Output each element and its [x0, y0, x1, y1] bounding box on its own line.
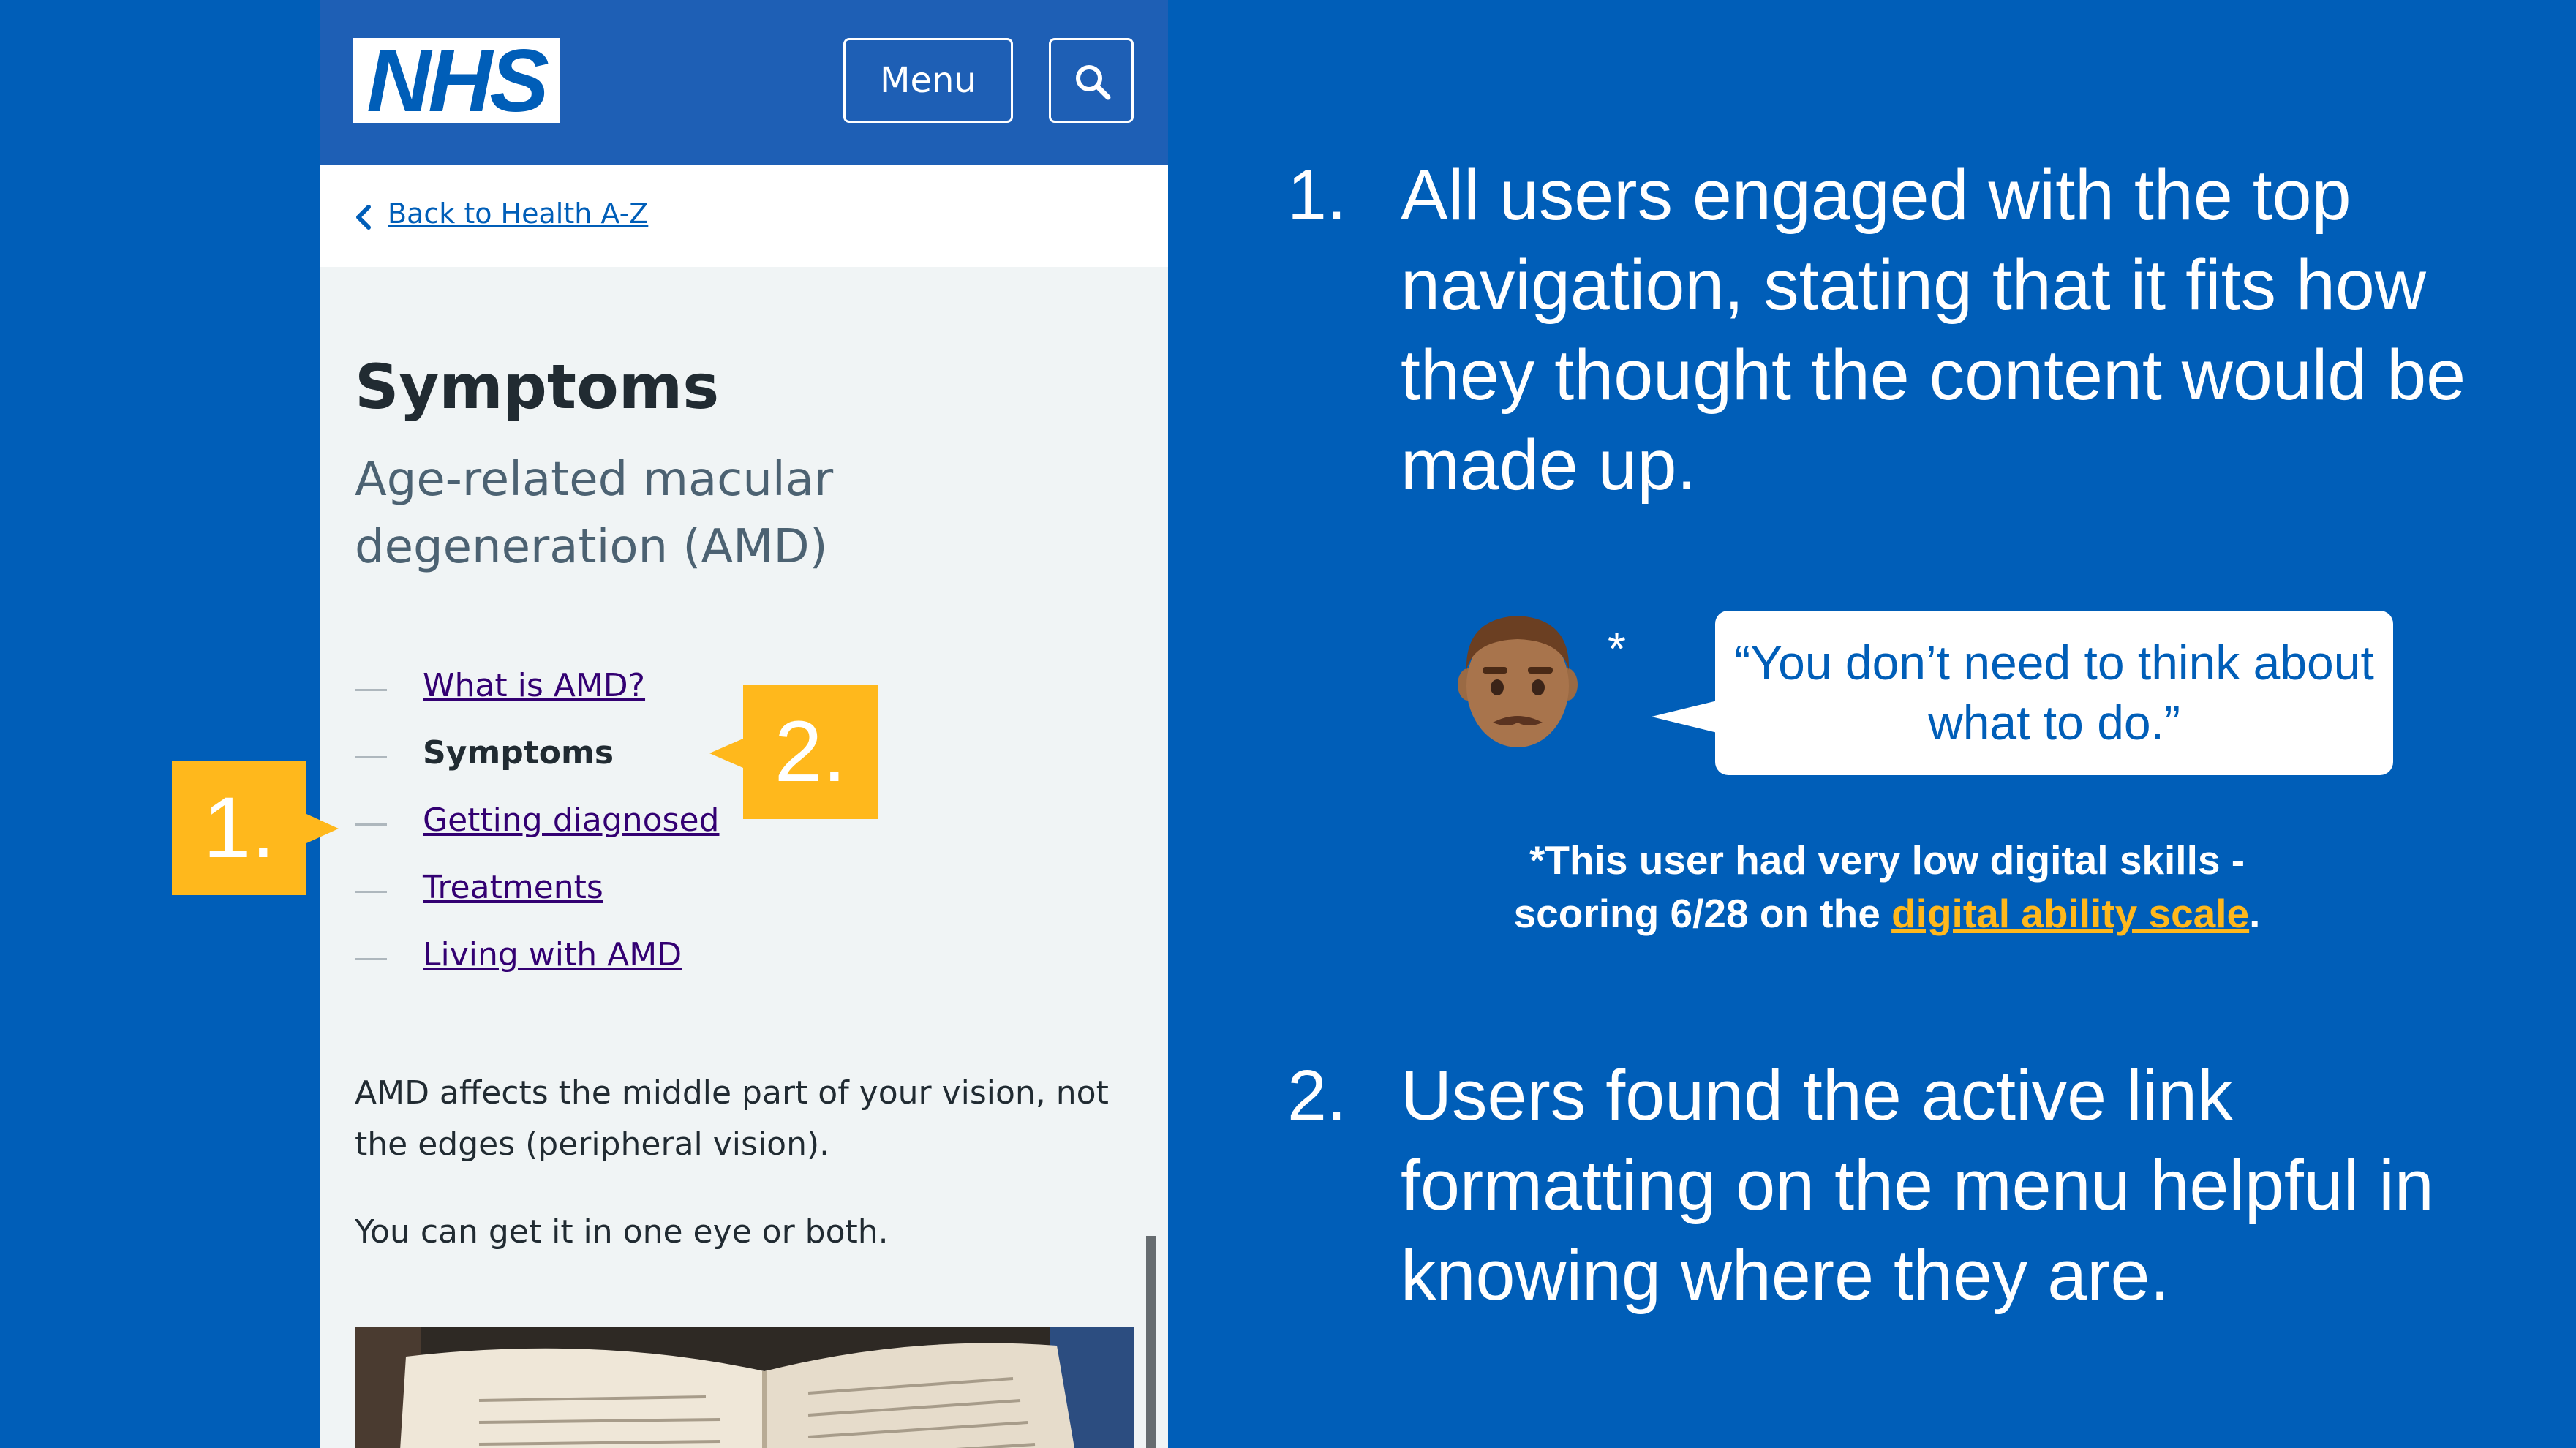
footnote-prefix: scoring 6/28 on the	[1513, 891, 1892, 936]
finding-text: All users engaged with the top navigatio…	[1401, 155, 2466, 505]
menu-button[interactable]: Menu	[843, 38, 1013, 123]
back-to-health-az-link[interactable]: Back to Health A-Z	[388, 197, 648, 230]
body-paragraph: You can get it in one eye or both.	[355, 1213, 889, 1251]
list-dash	[355, 958, 387, 960]
footnote-line-2: scoring 6/28 on the digital ability scal…	[1426, 887, 2348, 940]
contents-link-what-is-amd[interactable]: What is AMD?	[423, 667, 645, 704]
finding-number: 2.	[1287, 1055, 1347, 1135]
finding-number: 1.	[1287, 155, 1347, 235]
search-icon	[1076, 65, 1111, 100]
quote-asterisk: *	[1608, 622, 1626, 675]
open-book-image	[355, 1327, 1134, 1448]
nhs-logo[interactable]: NHS	[353, 36, 560, 125]
footnote-suffix: .	[2249, 891, 2261, 936]
contents-link-getting-diagnosed[interactable]: Getting diagnosed	[423, 802, 719, 839]
page-subtitle: Age-related macular degeneration (AMD)	[355, 453, 834, 574]
speech-bubble-tail	[1652, 701, 1717, 733]
contents-link-living-with-amd[interactable]: Living with AMD	[423, 936, 682, 973]
list-dash	[355, 689, 387, 691]
quote-speech-bubble: “You don’t need to think about what to d…	[1715, 611, 2393, 775]
annotation-marker-2: 2.	[743, 685, 878, 819]
chevron-left-icon	[356, 205, 371, 230]
list-dash	[355, 756, 387, 758]
breadcrumb: Back to Health A-Z	[320, 165, 1168, 267]
site-header: NHS Menu	[320, 0, 1168, 165]
page-title: Symptoms	[355, 351, 720, 423]
marker-2-pointer	[709, 739, 743, 768]
body-paragraph: AMD affects the middle part of your visi…	[355, 1074, 1109, 1163]
footnote: *This user had very low digital skills -…	[1426, 834, 2348, 940]
marker-1-pointer	[306, 814, 339, 843]
contents-link-treatments[interactable]: Treatments	[423, 869, 603, 906]
open-book-illustration	[355, 1327, 1134, 1448]
annotation-marker-1: 1.	[172, 761, 306, 895]
footnote-line-1: *This user had very low digital skills -	[1529, 837, 2245, 883]
finding-text: Users found the active link formatting o…	[1401, 1055, 2434, 1315]
list-dash	[355, 823, 387, 826]
digital-ability-scale-link[interactable]: digital ability scale	[1891, 891, 2249, 936]
man-emoji-icon	[1458, 616, 1578, 747]
scrollbar[interactable]	[1146, 1236, 1156, 1448]
list-dash	[355, 891, 387, 893]
search-button[interactable]	[1049, 38, 1134, 123]
contents-current-symptoms: Symptoms	[423, 734, 614, 772]
